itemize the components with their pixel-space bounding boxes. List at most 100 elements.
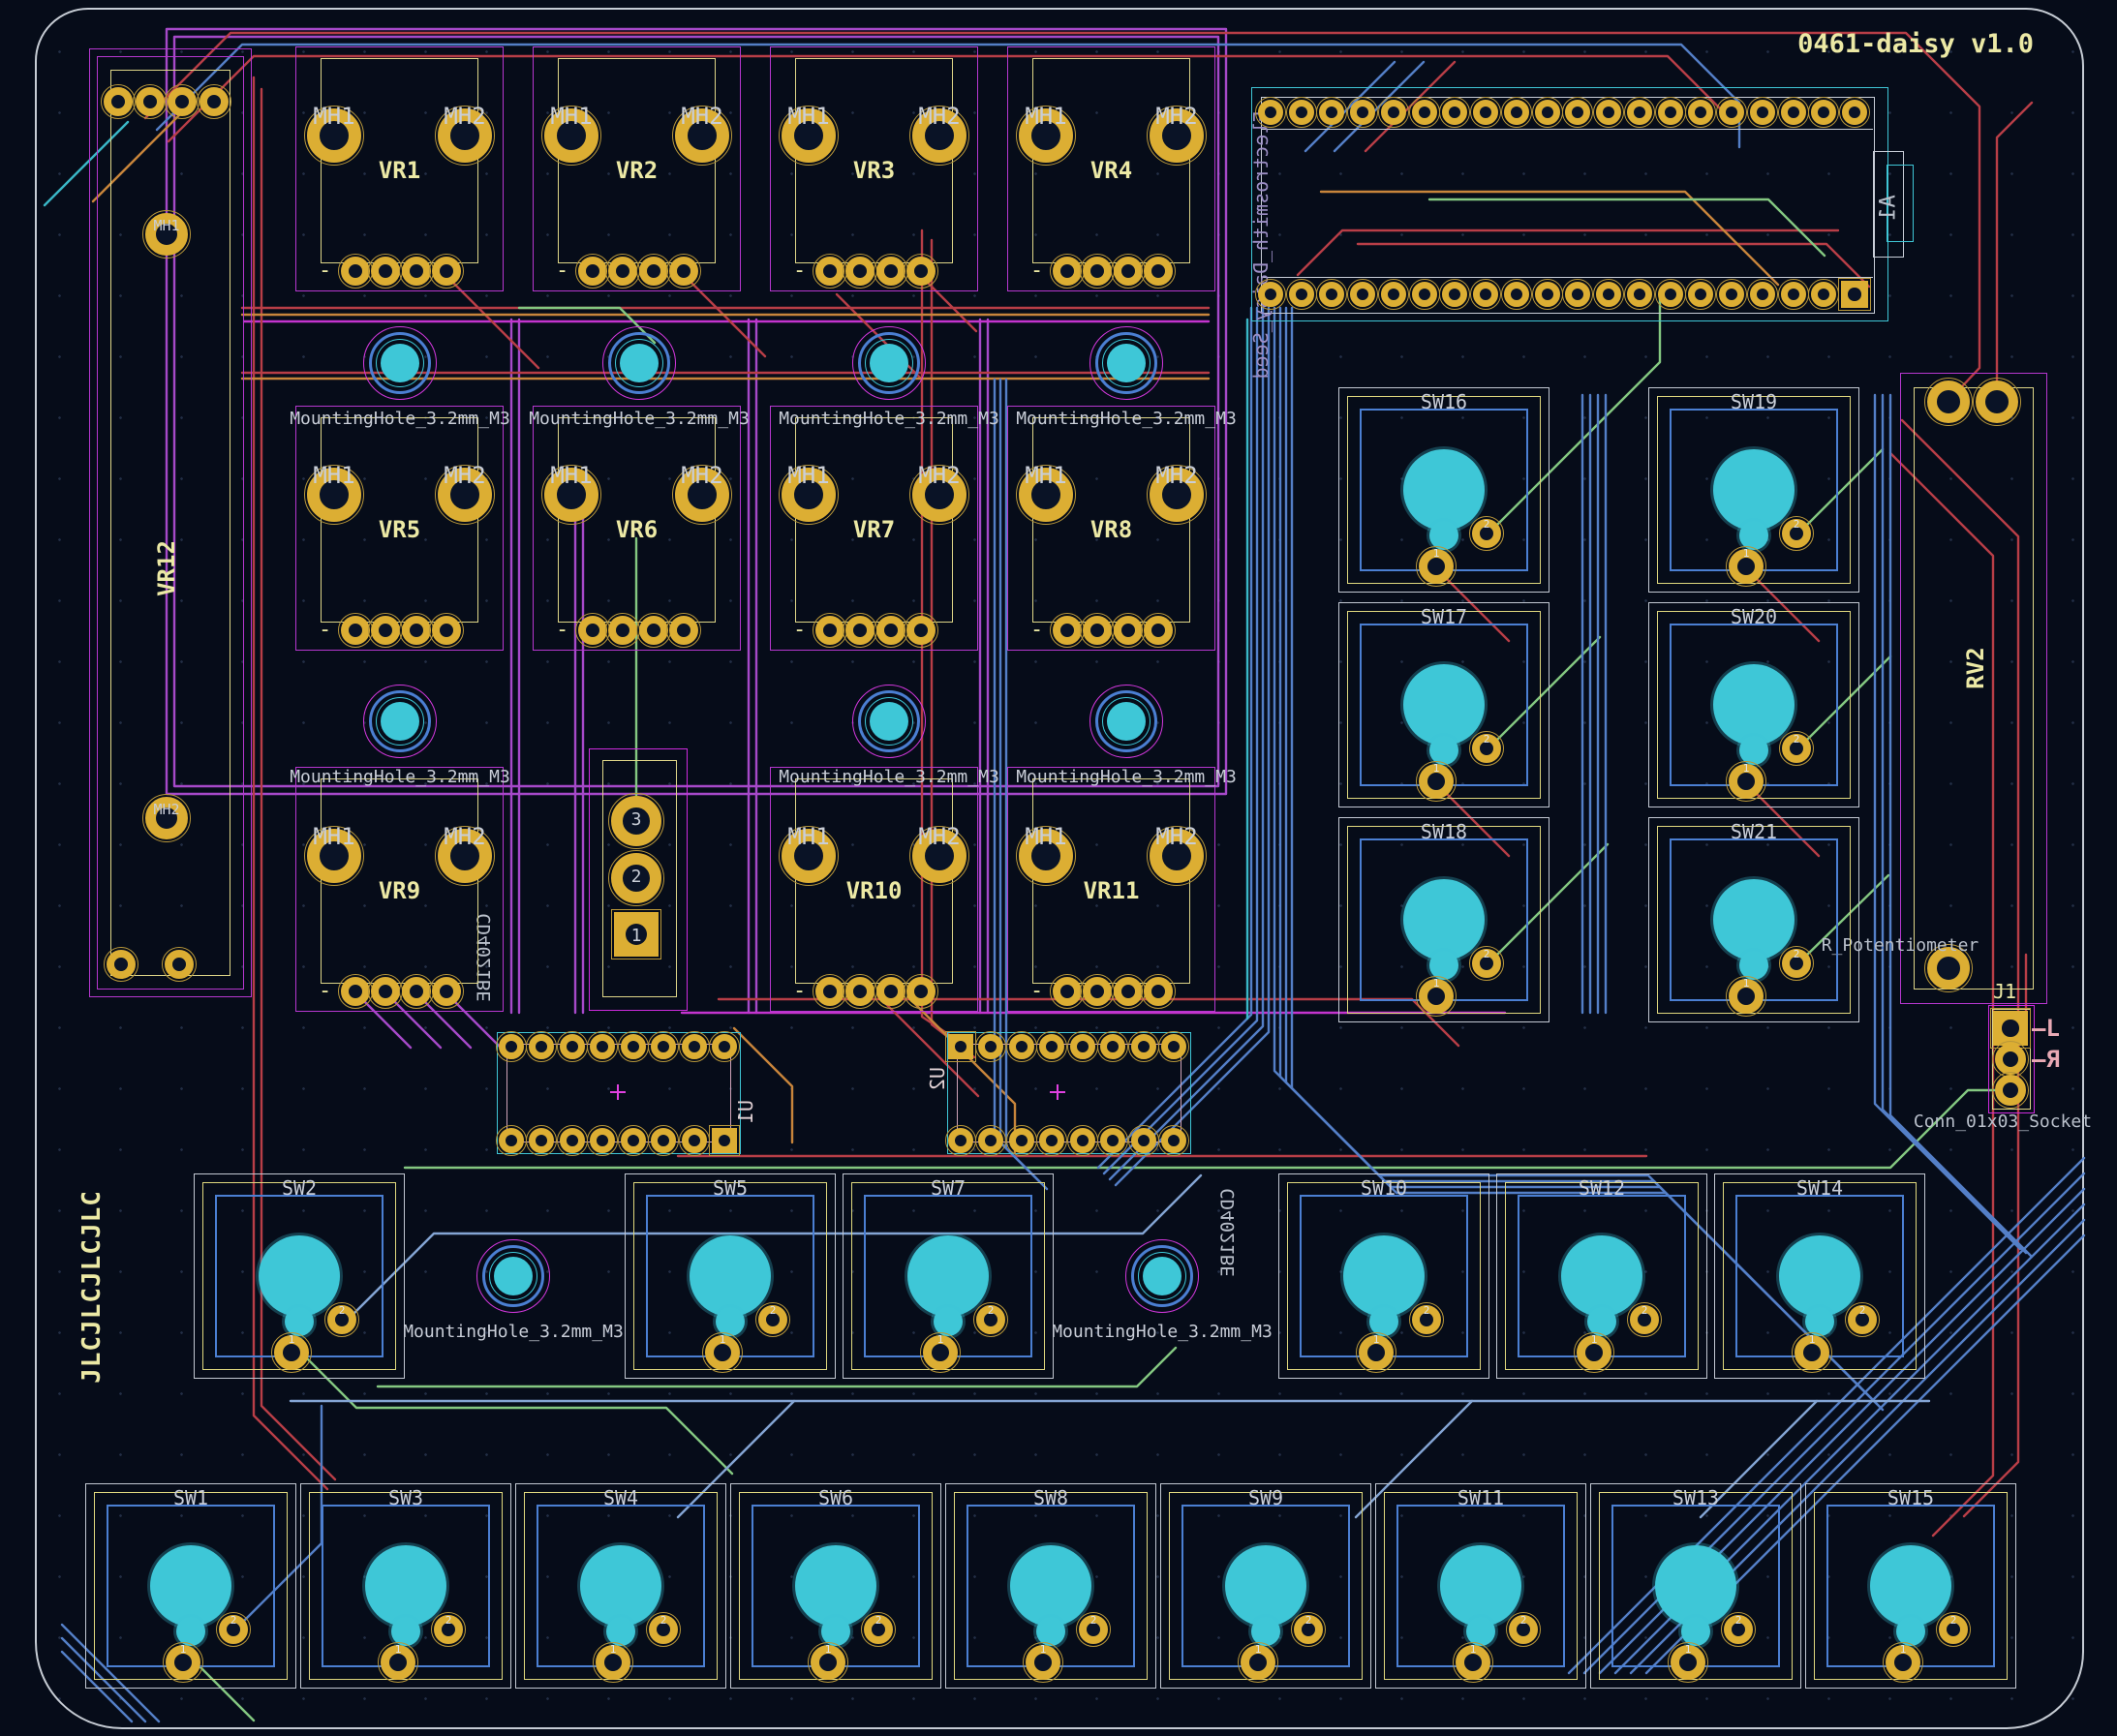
vr-module-vr7[interactable]: MH1MH2VR7-	[770, 406, 978, 651]
vr-pad-4[interactable]	[1144, 257, 1173, 286]
a1-pin-pad[interactable]	[1565, 282, 1590, 307]
vr-pad-3[interactable]	[639, 616, 668, 645]
rv2-pad-1[interactable]	[1927, 381, 1970, 423]
a1-pin-pad[interactable]	[1473, 100, 1498, 125]
rv2-pad-2[interactable]	[1976, 381, 2018, 423]
vr-pad-2[interactable]	[1083, 977, 1112, 1006]
vr12-pad[interactable]	[199, 87, 229, 116]
u1-pin-pad[interactable]	[682, 1034, 707, 1059]
vr-pad-2[interactable]	[845, 616, 874, 645]
u2-pin-pad[interactable]	[1039, 1128, 1064, 1153]
u2-pin-pad[interactable]	[1161, 1034, 1186, 1059]
switch-sw7[interactable]: 12SW7	[843, 1173, 1054, 1379]
switch-sw9[interactable]: 12SW9	[1160, 1483, 1371, 1689]
u1-pin-pad[interactable]	[651, 1034, 676, 1059]
vr-pad-3[interactable]	[1114, 977, 1143, 1006]
u2-pin-pad[interactable]	[1131, 1034, 1156, 1059]
a1-pin-pad[interactable]	[1627, 282, 1652, 307]
a1-pin-pad[interactable]	[1658, 100, 1683, 125]
vr-pad-4[interactable]	[1144, 977, 1173, 1006]
a1-pin-pad[interactable]	[1658, 282, 1683, 307]
a1-pin-pad[interactable]	[1842, 100, 1867, 125]
a1-pin-pad[interactable]	[1811, 100, 1836, 125]
vr-module-vr6[interactable]: MH1MH2VR6-	[533, 406, 741, 651]
switch-sw8[interactable]: 12SW8	[945, 1483, 1156, 1689]
u2-pin-pad[interactable]	[1161, 1128, 1186, 1153]
vr-module-vr10[interactable]: MH1MH2VR10-	[770, 767, 978, 1012]
a1-pin-pad[interactable]	[1719, 100, 1744, 125]
vr-pad-3[interactable]	[1114, 257, 1143, 286]
a1-pin-pad[interactable]	[1258, 100, 1283, 125]
vr-pad-1[interactable]	[815, 977, 844, 1006]
a1-pin-pad[interactable]	[1319, 100, 1344, 125]
vr-pad-1[interactable]	[578, 616, 607, 645]
a1-pin-pad[interactable]	[1350, 100, 1375, 125]
vr12-pad[interactable]	[136, 87, 165, 116]
a1-pin-pad[interactable]	[1258, 282, 1283, 307]
switch-sw20[interactable]: 12SW20	[1648, 602, 1859, 807]
switch-sw5[interactable]: 12SW5	[625, 1173, 836, 1379]
j1-pad-1[interactable]	[1993, 1011, 2028, 1046]
switch-sw11[interactable]: 12SW11	[1375, 1483, 1586, 1689]
a1-pin-pad[interactable]	[1412, 282, 1437, 307]
switch-sw18[interactable]: 12SW18	[1338, 817, 1549, 1022]
vr-pad-3[interactable]	[1114, 616, 1143, 645]
switch-sw2[interactable]: 12SW2	[194, 1173, 405, 1379]
vr-pad-1[interactable]	[815, 257, 844, 286]
a1-pin-pad[interactable]	[1289, 282, 1314, 307]
vr-pad-4[interactable]	[906, 977, 936, 1006]
vr-module-vr2[interactable]: MH1MH2VR2-	[533, 46, 741, 291]
switch-sw17[interactable]: 12SW17	[1338, 602, 1549, 807]
switch-sw15[interactable]: 12SW15	[1805, 1483, 2016, 1689]
a1-pin-pad[interactable]	[1442, 100, 1467, 125]
a1-pin-pad[interactable]	[1781, 100, 1806, 125]
vr-pad-4[interactable]	[1144, 616, 1173, 645]
vr-pad-1[interactable]	[341, 616, 370, 645]
a1-pin-pad[interactable]	[1781, 282, 1806, 307]
u1-pin-pad[interactable]	[621, 1034, 646, 1059]
vr-pad-2[interactable]	[1083, 257, 1112, 286]
u2-pin-pad[interactable]	[1131, 1128, 1156, 1153]
u2-pin-pad[interactable]	[1039, 1034, 1064, 1059]
vr-pad-2[interactable]	[845, 977, 874, 1006]
u2-pin-pad[interactable]	[1070, 1128, 1095, 1153]
switch-sw21[interactable]: 12SW21	[1648, 817, 1859, 1022]
vr-pad-4[interactable]	[906, 616, 936, 645]
vr-pad-2[interactable]	[1083, 616, 1112, 645]
switch-sw19[interactable]: 12SW19	[1648, 387, 1859, 593]
a1-pin-pad[interactable]	[1319, 282, 1344, 307]
vr-pad-4[interactable]	[432, 977, 461, 1006]
vr-module-vr11[interactable]: MH1MH2VR11-	[1007, 767, 1215, 1012]
vr12-pad[interactable]	[107, 950, 136, 979]
a1-pin-pad[interactable]	[1535, 100, 1560, 125]
a1-pin-pad[interactable]	[1811, 282, 1836, 307]
switch-sw6[interactable]: 12SW6	[730, 1483, 941, 1689]
a1-pin-pad[interactable]	[1473, 282, 1498, 307]
vr-pad-4[interactable]	[432, 257, 461, 286]
u1-pin-pad[interactable]	[682, 1128, 707, 1153]
a1-pin-pad[interactable]	[1719, 282, 1744, 307]
u2-pin-pad[interactable]	[1100, 1128, 1125, 1153]
vr-module-vr1[interactable]: MH1MH2VR1-	[295, 46, 504, 291]
u1-pin-pad[interactable]	[499, 1128, 524, 1153]
a1-pin-pad[interactable]	[1565, 100, 1590, 125]
vr-pad-2[interactable]	[608, 616, 637, 645]
a1-pin-pad[interactable]	[1289, 100, 1314, 125]
a1-pin-pad[interactable]	[1750, 100, 1775, 125]
u1-pin-pad[interactable]	[590, 1128, 615, 1153]
vr-pad-3[interactable]	[876, 616, 905, 645]
a1-pin-pad[interactable]	[1381, 282, 1406, 307]
a1-pin-pad[interactable]	[1596, 100, 1621, 125]
switch-sw3[interactable]: 12SW3	[300, 1483, 511, 1689]
vr-pad-2[interactable]	[371, 257, 400, 286]
vr-pad-3[interactable]	[876, 257, 905, 286]
vr-module-vr3[interactable]: MH1MH2VR3-	[770, 46, 978, 291]
u1-pin-pad[interactable]	[621, 1128, 646, 1153]
vr-pad-4[interactable]	[669, 616, 698, 645]
vr-pad-1[interactable]	[578, 257, 607, 286]
u1-pin-pad[interactable]	[712, 1128, 737, 1153]
vr-pad-3[interactable]	[402, 616, 431, 645]
switch-sw16[interactable]: 12SW16	[1338, 387, 1549, 593]
u1-pin-pad[interactable]	[529, 1034, 554, 1059]
vr-module-vr5[interactable]: MH1MH2VR5-	[295, 406, 504, 651]
